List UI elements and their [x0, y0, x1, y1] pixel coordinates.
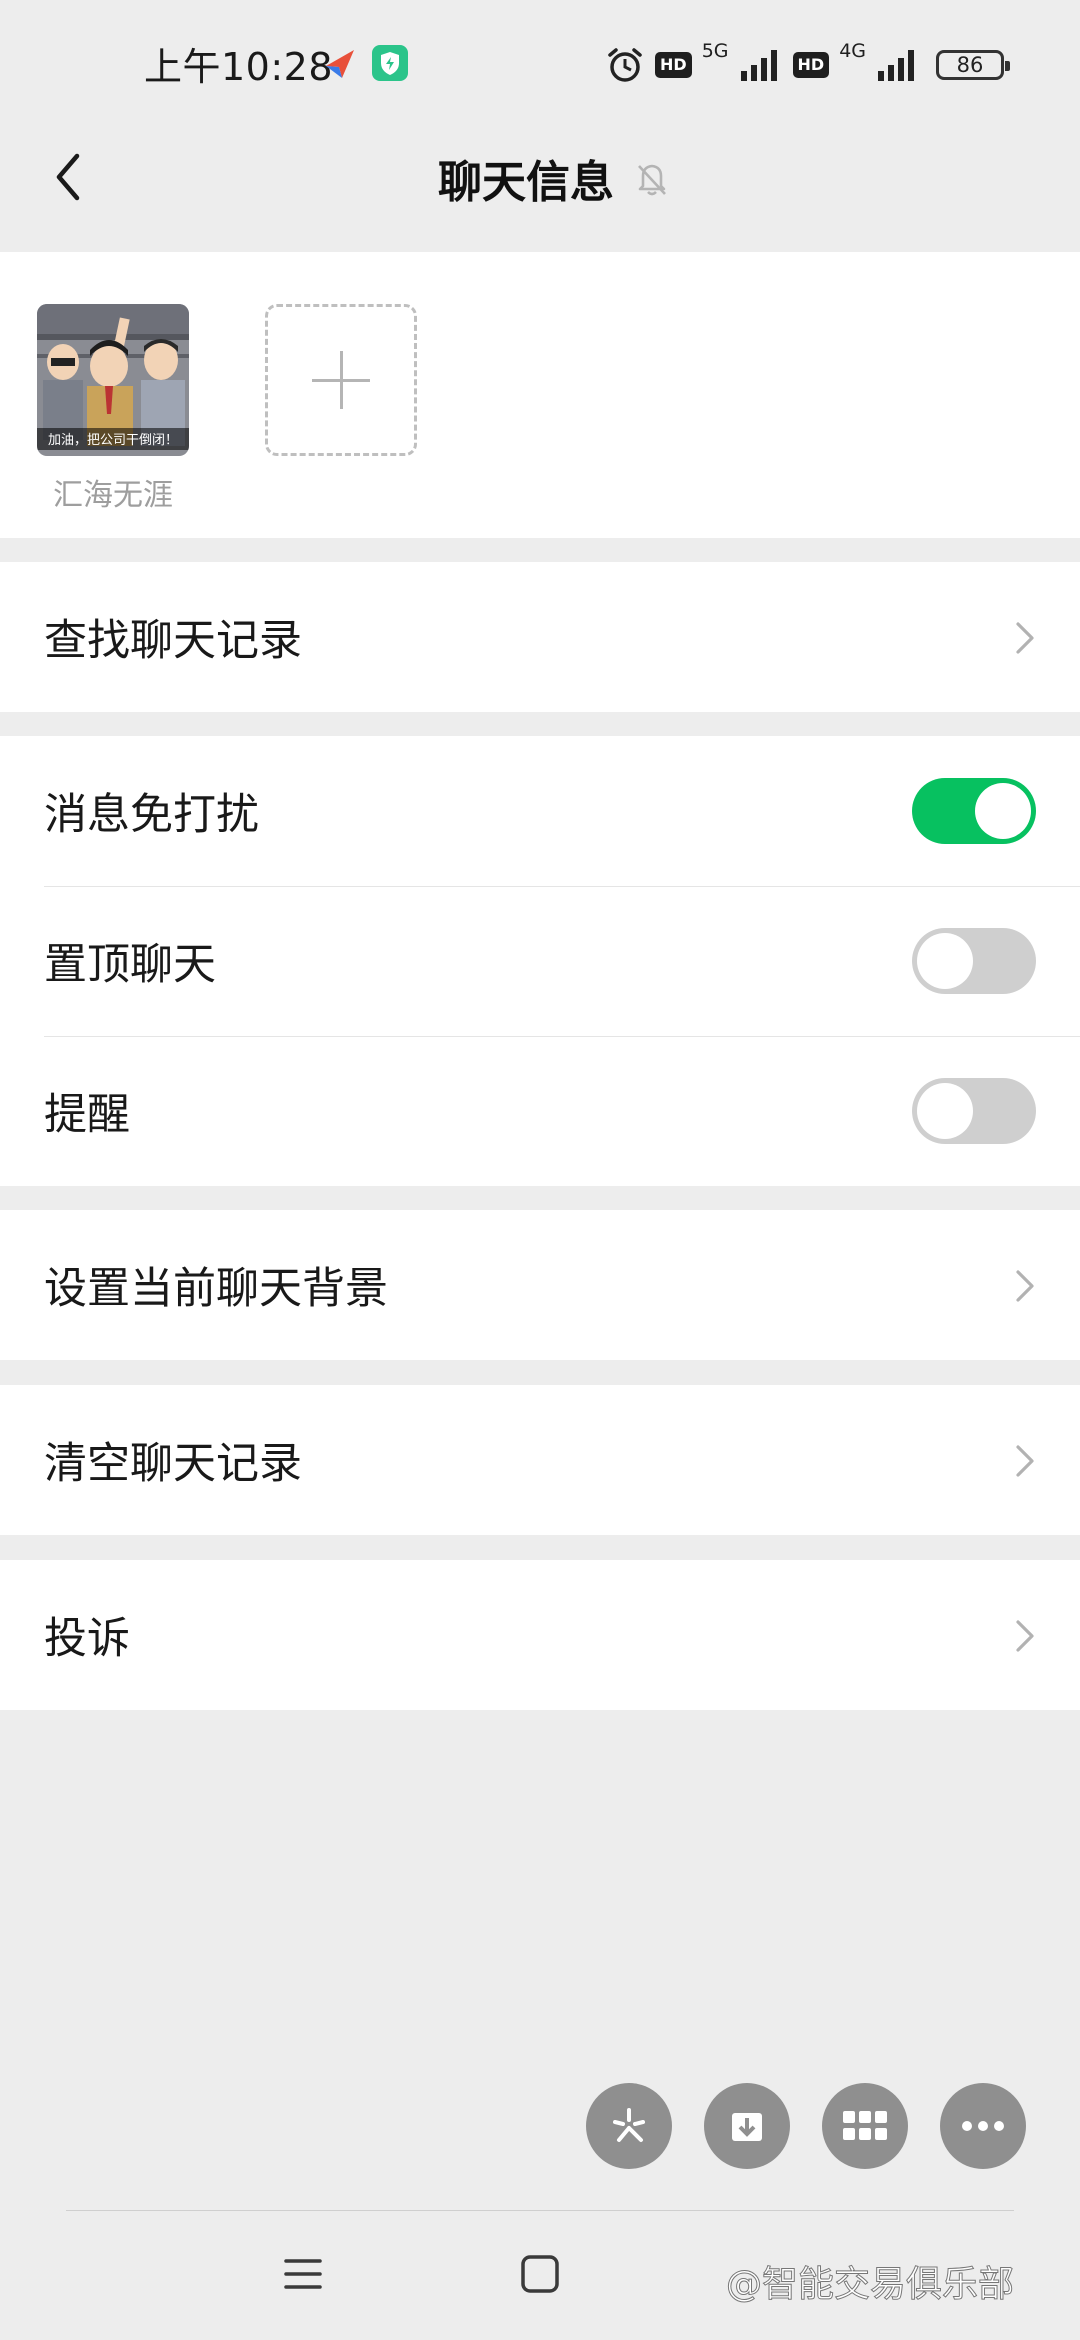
- pin-chat-label: 置顶聊天: [44, 940, 216, 990]
- member-avatar: 加油，把公司干倒闭！: [37, 304, 189, 456]
- sparkle-icon: [613, 2108, 645, 2142]
- do-not-disturb-toggle[interactable]: [912, 778, 1036, 844]
- chevron-right-icon: [1016, 1620, 1034, 1652]
- grid-button[interactable]: [822, 2083, 908, 2169]
- network-5g-label: 5G: [701, 40, 729, 62]
- status-indicators: HD 5G HD 4G 86: [605, 40, 1010, 90]
- status-time: 上午10:28: [144, 45, 334, 89]
- home-button[interactable]: [510, 2250, 570, 2298]
- alarm-icon: [608, 48, 642, 82]
- more-button[interactable]: [940, 2083, 1026, 2169]
- clear-history-row[interactable]: 清空聊天记录: [0, 1385, 1080, 1535]
- status-bar: 上午10:28 HD 5G HD 4G 86: [0, 0, 1080, 125]
- network-4g-label: 4G: [839, 40, 866, 62]
- toggles-section: 消息免打扰 置顶聊天 提醒: [0, 736, 1080, 1186]
- recent-apps-button[interactable]: [273, 2250, 333, 2298]
- menu-icon: [284, 2259, 322, 2289]
- signal-bars-icon: [740, 50, 777, 81]
- reminder-row: 提醒: [0, 1036, 1080, 1186]
- title-bar: 聊天信息: [0, 125, 1080, 230]
- set-background-label: 设置当前聊天背景: [44, 1264, 388, 1314]
- title-group: 聊天信息: [0, 125, 1080, 230]
- report-row[interactable]: 投诉: [0, 1560, 1080, 1710]
- pin-chat-row: 置顶聊天: [0, 886, 1080, 1036]
- watermark-text: @智能交易俱乐部: [725, 2264, 1015, 2306]
- members-section: 加油，把公司干倒闭！ 汇海无涯: [0, 252, 1080, 538]
- search-chat-history-row[interactable]: 查找聊天记录: [0, 562, 1080, 712]
- report-label: 投诉: [44, 1614, 130, 1664]
- toggle-knob: [917, 1083, 973, 1139]
- chevron-right-icon: [1016, 622, 1034, 654]
- do-not-disturb-row: 消息免打扰: [0, 736, 1080, 886]
- more-icon: [962, 2121, 1004, 2131]
- avatar-caption: 加油，把公司干倒闭！: [48, 433, 178, 448]
- battery-indicator: 86: [936, 50, 1010, 80]
- reminder-toggle[interactable]: [912, 1078, 1036, 1144]
- download-icon: [732, 2113, 762, 2141]
- toggle-knob: [975, 783, 1031, 839]
- grid-icon: [843, 2111, 887, 2140]
- clear-history-label: 清空聊天记录: [44, 1439, 302, 1489]
- report-section: 投诉: [0, 1560, 1080, 1710]
- sparkle-button[interactable]: [586, 2083, 672, 2169]
- download-button[interactable]: [704, 2083, 790, 2169]
- bell-off-icon: [638, 164, 666, 195]
- search-section: 查找聊天记录: [0, 562, 1080, 712]
- nav-divider: [66, 2210, 1014, 2211]
- hd-badge-2: HD: [792, 52, 830, 78]
- member-item[interactable]: 加油，把公司干倒闭！ 汇海无涯: [37, 304, 189, 514]
- clear-section: 清空聊天记录: [0, 1385, 1080, 1535]
- add-member-button[interactable]: [265, 304, 417, 456]
- home-icon: [521, 2255, 559, 2293]
- hd-badge: HD: [655, 52, 692, 78]
- signal-bars-icon-2: [878, 50, 914, 81]
- set-background-row[interactable]: 设置当前聊天背景: [0, 1210, 1080, 1360]
- navigation-arrow-icon: [326, 50, 354, 78]
- reminder-label: 提醒: [44, 1090, 130, 1140]
- background-section: 设置当前聊天背景: [0, 1210, 1080, 1360]
- search-chat-history-label: 查找聊天记录: [44, 616, 302, 666]
- chevron-right-icon: [1016, 1445, 1034, 1477]
- pin-chat-toggle[interactable]: [912, 928, 1036, 994]
- do-not-disturb-label: 消息免打扰: [44, 790, 259, 840]
- shield-icon: [372, 45, 408, 81]
- member-name: 汇海无涯: [53, 478, 173, 513]
- chevron-right-icon: [1016, 1270, 1034, 1302]
- page-title: 聊天信息: [438, 156, 614, 208]
- toggle-knob: [917, 933, 973, 989]
